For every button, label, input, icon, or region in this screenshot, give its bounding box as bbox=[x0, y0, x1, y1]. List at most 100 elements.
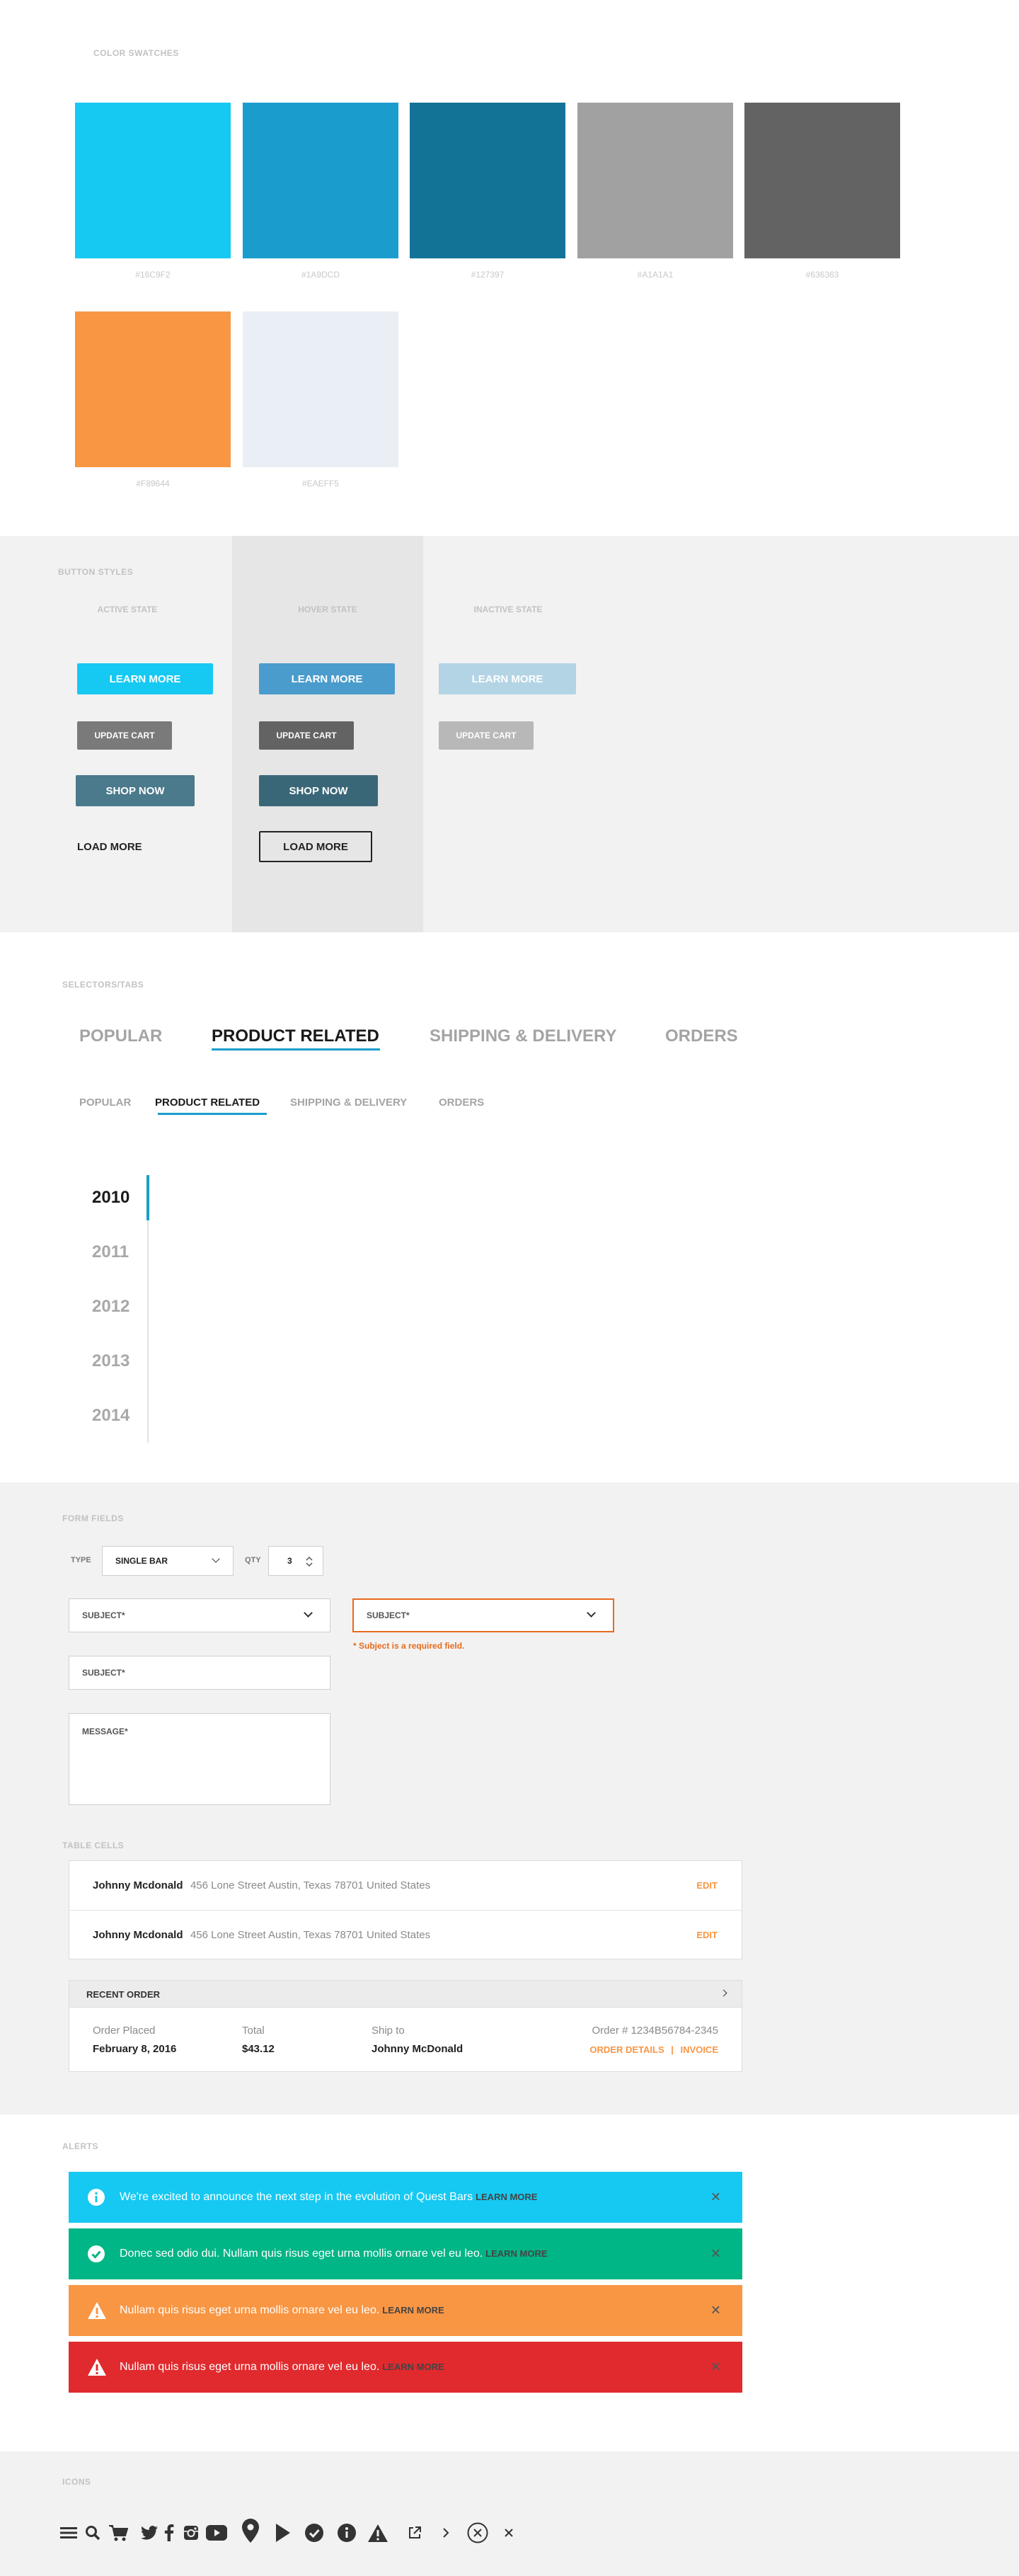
cart-icon[interactable] bbox=[108, 2522, 129, 2543]
message-placeholder: MESSAGE* bbox=[82, 1727, 128, 1736]
tab-small-popular[interactable]: POPULAR bbox=[79, 1097, 131, 1109]
row-name: Johnny Mcdonald bbox=[93, 1879, 183, 1891]
shop-now-button-hover[interactable]: SHOP NOW bbox=[259, 775, 378, 806]
alert-learn-more-link[interactable]: LEARN MORE bbox=[382, 2362, 444, 2372]
row-address: 456 Lone Street Austin, Texas 78701 Unit… bbox=[190, 1929, 431, 1941]
form-fields-section: FORM FIELDS TYPE SINGLE BAR QTY 3 SUBJEC… bbox=[0, 1482, 1019, 2114]
edit-link[interactable]: EDIT bbox=[696, 1930, 718, 1940]
search-icon[interactable] bbox=[82, 2522, 103, 2543]
order-total-label: Total bbox=[242, 2025, 265, 2037]
learn-more-button-hover[interactable]: LEARN MORE bbox=[259, 663, 395, 694]
external-link-icon[interactable] bbox=[404, 2522, 425, 2543]
load-more-button-hover[interactable]: LOAD MORE bbox=[259, 831, 372, 862]
learn-more-button-active[interactable]: LEARN MORE bbox=[77, 663, 213, 694]
chevron-right-icon[interactable] bbox=[435, 2522, 456, 2543]
stepper-arrows-icon[interactable] bbox=[305, 1555, 313, 1568]
recent-order-card: RECENT ORDER Order Placed February 8, 20… bbox=[69, 1980, 742, 2072]
tab-large-product-related[interactable]: PRODUCT RELATED bbox=[212, 1026, 379, 1046]
ship-to-value: Johnny McDonald bbox=[372, 2043, 464, 2055]
order-number: Order # 1234B56784-2345 bbox=[592, 2025, 718, 2037]
tab-small-shipping-delivery[interactable]: SHIPPING & DELIVERY bbox=[290, 1097, 407, 1109]
message-textarea[interactable]: MESSAGE* bbox=[69, 1713, 330, 1805]
play-icon[interactable] bbox=[272, 2522, 294, 2543]
close-icon[interactable]: ✕ bbox=[710, 2247, 721, 2262]
alert-learn-more-link[interactable]: LEARN MORE bbox=[476, 2192, 537, 2202]
year-2013[interactable]: 2013 bbox=[92, 1351, 129, 1371]
qty-label: QTY bbox=[245, 1556, 261, 1564]
hover-state-heading: HOVER STATE bbox=[298, 605, 357, 614]
tab-large-popular[interactable]: POPULAR bbox=[79, 1026, 162, 1046]
color-swatch bbox=[75, 103, 231, 258]
order-placed-value: February 8, 2016 bbox=[93, 2043, 177, 2055]
warning-icon bbox=[88, 2359, 106, 2376]
qty-value: 3 bbox=[287, 1556, 292, 1566]
load-more-button-active[interactable]: LOAD MORE bbox=[77, 831, 162, 862]
invoice-link[interactable]: INVOICE bbox=[681, 2044, 718, 2055]
close-icon[interactable]: ✕ bbox=[710, 2303, 721, 2318]
close-icon[interactable] bbox=[498, 2522, 519, 2543]
color-swatch-label: #636363 bbox=[805, 270, 839, 280]
order-details-link[interactable]: ORDER DETAILS bbox=[589, 2044, 664, 2055]
close-icon[interactable]: ✕ bbox=[710, 2190, 721, 2205]
recent-order-header[interactable]: RECENT ORDER bbox=[69, 1981, 742, 2008]
youtube-icon[interactable] bbox=[206, 2522, 227, 2543]
ship-to-label: Ship to bbox=[372, 2025, 405, 2037]
color-swatch bbox=[744, 103, 900, 258]
alert-warning: Nullam quis risus eget urna mollis ornar… bbox=[69, 2285, 742, 2336]
color-swatch-label: #F89644 bbox=[136, 479, 170, 488]
tab-large-shipping-delivery[interactable]: SHIPPING & DELIVERY bbox=[430, 1026, 617, 1046]
order-placed-label: Order Placed bbox=[93, 2025, 156, 2037]
year-2010[interactable]: 2010 bbox=[92, 1188, 129, 1208]
year-2014[interactable]: 2014 bbox=[92, 1406, 129, 1426]
alert-learn-more-link[interactable]: LEARN MORE bbox=[382, 2305, 444, 2315]
year-2012[interactable]: 2012 bbox=[92, 1297, 129, 1317]
tab-small-orders[interactable]: ORDERS bbox=[439, 1097, 484, 1109]
map-pin-icon[interactable] bbox=[240, 2517, 261, 2545]
close-icon[interactable]: ✕ bbox=[710, 2360, 721, 2375]
icons-section-label: ICONS bbox=[62, 2477, 91, 2487]
edit-link[interactable]: EDIT bbox=[696, 1880, 718, 1891]
check-circle-icon bbox=[88, 2245, 105, 2262]
color-swatch bbox=[243, 103, 398, 258]
menu-icon[interactable] bbox=[58, 2522, 79, 2543]
check-circle-icon[interactable] bbox=[304, 2522, 325, 2543]
order-links: ORDER DETAILS | INVOICE bbox=[589, 2044, 718, 2055]
quantity-stepper[interactable]: 3 bbox=[268, 1546, 323, 1576]
type-label: TYPE bbox=[71, 1556, 91, 1564]
info-circle-icon[interactable] bbox=[336, 2522, 357, 2543]
color-swatch bbox=[75, 311, 231, 467]
tab-large-active-underline bbox=[212, 1048, 380, 1051]
update-cart-button-active[interactable]: UPDATE CART bbox=[77, 721, 172, 750]
update-cart-button-inactive: UPDATE CART bbox=[439, 721, 534, 750]
subject-text-field[interactable]: SUBJECT* bbox=[69, 1656, 330, 1690]
year-2011[interactable]: 2011 bbox=[92, 1242, 129, 1262]
alerts-section-label: ALERTS bbox=[62, 2141, 98, 2151]
tab-small-product-related[interactable]: PRODUCT RELATED bbox=[155, 1097, 260, 1109]
type-select[interactable]: SINGLE BAR bbox=[102, 1546, 234, 1576]
warning-icon[interactable] bbox=[367, 2522, 388, 2543]
close-circle-icon[interactable] bbox=[467, 2522, 488, 2543]
inactive-state-heading: INACTIVE STATE bbox=[473, 605, 543, 614]
table-row: Johnny Mcdonald 456 Lone Street Austin, … bbox=[69, 1861, 742, 1911]
shop-now-button-active[interactable]: SHOP NOW bbox=[76, 775, 195, 806]
tab-large-orders[interactable]: ORDERS bbox=[665, 1026, 738, 1046]
icons-section: ICONS bbox=[0, 2451, 1019, 2576]
tabs-section-label: SELECTORS/TABS bbox=[62, 980, 144, 990]
update-cart-button-hover[interactable]: UPDATE CART bbox=[259, 721, 354, 750]
color-swatch-label: #127397 bbox=[471, 270, 505, 280]
subject-select-error[interactable]: SUBJECT* bbox=[352, 1598, 614, 1632]
subject-select[interactable]: SUBJECT* bbox=[69, 1598, 330, 1632]
subject-select-error-placeholder: SUBJECT* bbox=[367, 1610, 410, 1620]
twitter-icon[interactable] bbox=[139, 2522, 160, 2543]
alert-info: We're excited to announce the next step … bbox=[69, 2172, 742, 2223]
chevron-down-icon bbox=[304, 1608, 313, 1618]
chevron-right-icon[interactable] bbox=[720, 1989, 727, 1997]
facebook-icon[interactable] bbox=[159, 2522, 180, 2543]
swatches-section-label: COLOR SWATCHES bbox=[93, 48, 179, 58]
alert-message: We're excited to announce the next step … bbox=[120, 2191, 538, 2203]
alert-learn-more-link[interactable]: LEARN MORE bbox=[485, 2248, 547, 2259]
color-swatch bbox=[410, 103, 565, 258]
alert-success: Donec sed odio dui. Nullam quis risus eg… bbox=[69, 2228, 742, 2279]
instagram-icon[interactable] bbox=[180, 2522, 202, 2543]
order-links-separator: | bbox=[671, 2044, 674, 2055]
